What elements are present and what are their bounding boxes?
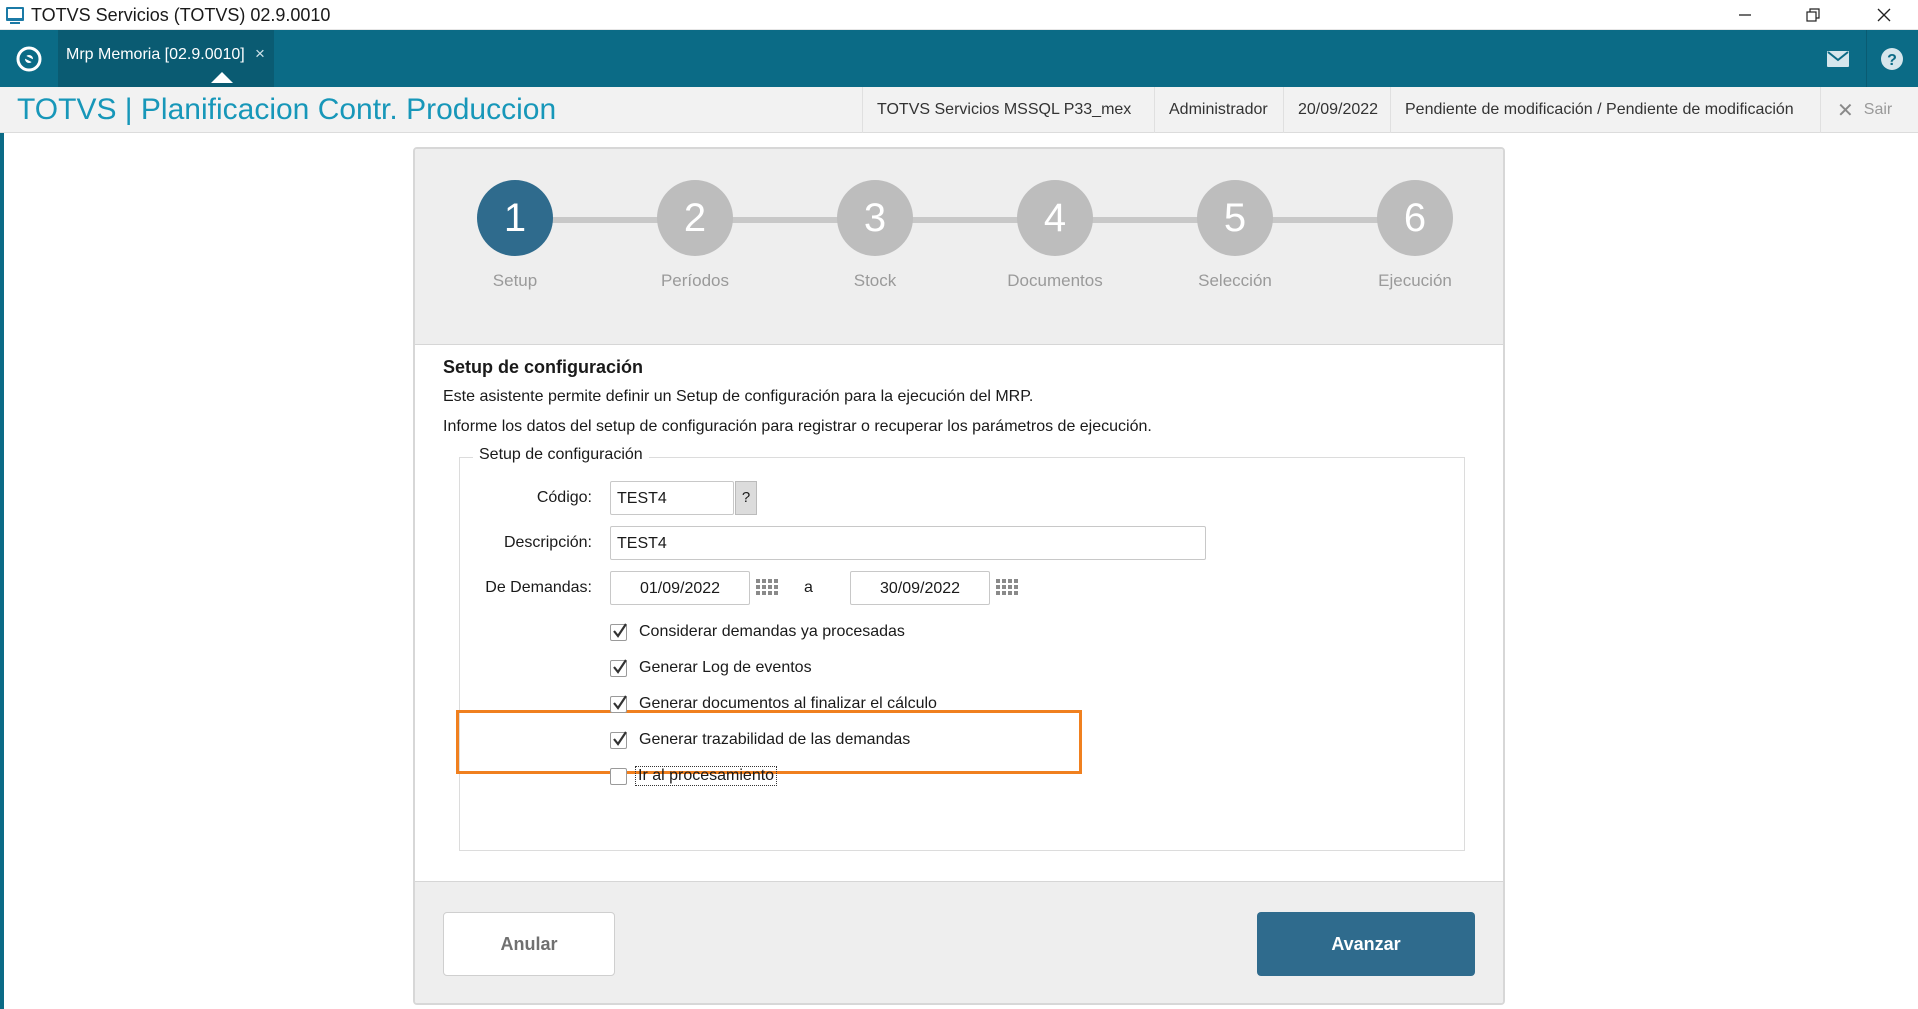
checkmark-icon [613, 731, 627, 746]
checkbox-generar-documentos[interactable] [610, 695, 627, 713]
step-number: 4 [1017, 180, 1093, 256]
fieldset-legend: Setup de configuración [473, 446, 649, 464]
page-title: TOTVS | Planificacion Contr. Produccion [17, 93, 557, 126]
window-title: TOTVS Servicios (TOTVS) 02.9.0010 [31, 5, 331, 25]
status-text: Pendiente de modificación / Pendiente de… [1405, 101, 1794, 118]
step-number: 3 [837, 180, 913, 256]
codigo-lookup-button[interactable]: ? [735, 481, 757, 515]
step-4[interactable]: 4 Documentos [1007, 180, 1103, 290]
codigo-input[interactable]: TEST4 [610, 481, 734, 515]
step-label: Períodos [660, 271, 730, 290]
section-instructions: Informe los datos del setup de configura… [443, 418, 1152, 435]
exit-button[interactable]: ✕ Sair [1820, 87, 1908, 133]
close-icon [1877, 8, 1891, 22]
app-window-icon [6, 7, 24, 24]
totvs-logo-icon [16, 46, 42, 71]
checkbox-label[interactable]: Generar documentos al finalizar el cálcu… [639, 695, 937, 713]
step-label: Ejecución [1378, 271, 1452, 290]
checkmark-icon [613, 695, 627, 710]
step-5[interactable]: 5 Selección [1197, 180, 1273, 290]
descripcion-input[interactable]: TEST4 [610, 526, 1206, 560]
date-text: 20/09/2022 [1298, 101, 1379, 118]
section-description: Este asistente permite definir un Setup … [443, 388, 1034, 405]
minimize-button[interactable] [1711, 0, 1779, 30]
descripcion-label: Descripción: [503, 534, 592, 551]
step-1[interactable]: 1 Setup [477, 180, 553, 290]
status-info: Pendiente de modificación / Pendiente de… [1390, 87, 1808, 133]
section-title: Setup de configuración [443, 357, 644, 377]
svg-text:?: ? [1887, 52, 1897, 69]
next-button[interactable]: Avanzar [1257, 912, 1475, 976]
checkbox-ir-procesamiento[interactable] [610, 768, 627, 785]
calendar-icon[interactable] [755, 577, 779, 599]
page-header: TOTVS | Planificacion Contr. Produccion … [0, 87, 1918, 133]
restore-button[interactable] [1779, 0, 1847, 30]
step-number: 5 [1197, 180, 1273, 256]
environment-text: TOTVS Servicios MSSQL P33_mex [877, 101, 1132, 118]
step-label: Stock [853, 271, 897, 290]
step-label: Selección [1198, 271, 1272, 290]
left-edge-bar [0, 133, 4, 1009]
step-label: Documentos [1007, 271, 1103, 290]
mail-icon [1827, 50, 1849, 67]
tab-close-icon[interactable]: × [255, 44, 265, 64]
close-x-icon: ✕ [1837, 99, 1854, 122]
tab-active-caret [211, 72, 233, 83]
wizard-steps: 1 Setup 2 Períodos 3 Stock 4 Documentos … [415, 149, 1503, 345]
home-button[interactable] [0, 30, 58, 87]
cancel-button[interactable]: Anular [443, 912, 615, 976]
demandas-label: De Demandas: [485, 579, 592, 596]
date-from-input[interactable]: 01/09/2022 [610, 571, 750, 605]
checkmark-icon [613, 659, 627, 674]
step-2[interactable]: 2 Períodos [657, 180, 733, 290]
setup-fieldset [459, 457, 1465, 851]
step-label: Setup [492, 271, 538, 290]
checkmark-icon [613, 623, 627, 638]
mail-button[interactable] [1810, 30, 1866, 87]
app-tab-bar: Mrp Memoria [02.9.0010] × ? [0, 30, 1918, 87]
date-info: 20/09/2022 [1283, 87, 1392, 133]
close-window-button[interactable] [1850, 0, 1918, 30]
user-text: Administrador [1169, 101, 1268, 118]
codigo-label: Código: [536, 489, 592, 506]
step-6[interactable]: 6 Ejecución [1377, 180, 1453, 290]
range-separator: a [804, 579, 813, 596]
checkbox-generar-trazabilidad[interactable] [610, 731, 627, 749]
tab-mrp-memoria[interactable]: Mrp Memoria [02.9.0010] × [58, 30, 274, 87]
checkbox-label[interactable]: Considerar demandas ya procesadas [639, 623, 905, 641]
restore-icon [1806, 8, 1820, 22]
step-number: 2 [657, 180, 733, 256]
user-info: Administrador [1154, 87, 1282, 133]
wizard-footer: Anular Avanzar [415, 881, 1503, 1003]
date-to-input[interactable]: 30/09/2022 [850, 571, 990, 605]
wizard-content: Setup de configuración Este asistente pe… [415, 345, 1503, 881]
help-icon: ? [1881, 47, 1903, 70]
checkbox-generar-log[interactable] [610, 659, 627, 677]
calendar-icon[interactable] [995, 577, 1019, 599]
step-number: 6 [1377, 180, 1453, 256]
step-number: 1 [477, 180, 553, 256]
step-3[interactable]: 3 Stock [837, 180, 913, 290]
exit-label: Sair [1863, 101, 1893, 118]
environment-info: TOTVS Servicios MSSQL P33_mex [862, 87, 1145, 133]
checkbox-considerar-demandas[interactable] [610, 623, 627, 641]
checkbox-label[interactable]: Generar trazabilidad de las demandas [639, 731, 910, 749]
help-button[interactable]: ? [1866, 30, 1918, 87]
checkbox-label[interactable]: Ir al procesamiento [634, 766, 778, 786]
checkbox-label[interactable]: Generar Log de eventos [639, 659, 812, 677]
tab-label: Mrp Memoria [02.9.0010] [66, 46, 245, 63]
window-title-bar: TOTVS Servicios (TOTVS) 02.9.0010 [0, 0, 1918, 30]
wizard-panel: 1 Setup 2 Períodos 3 Stock 4 Documentos … [413, 147, 1505, 1005]
minimize-icon [1739, 14, 1751, 16]
